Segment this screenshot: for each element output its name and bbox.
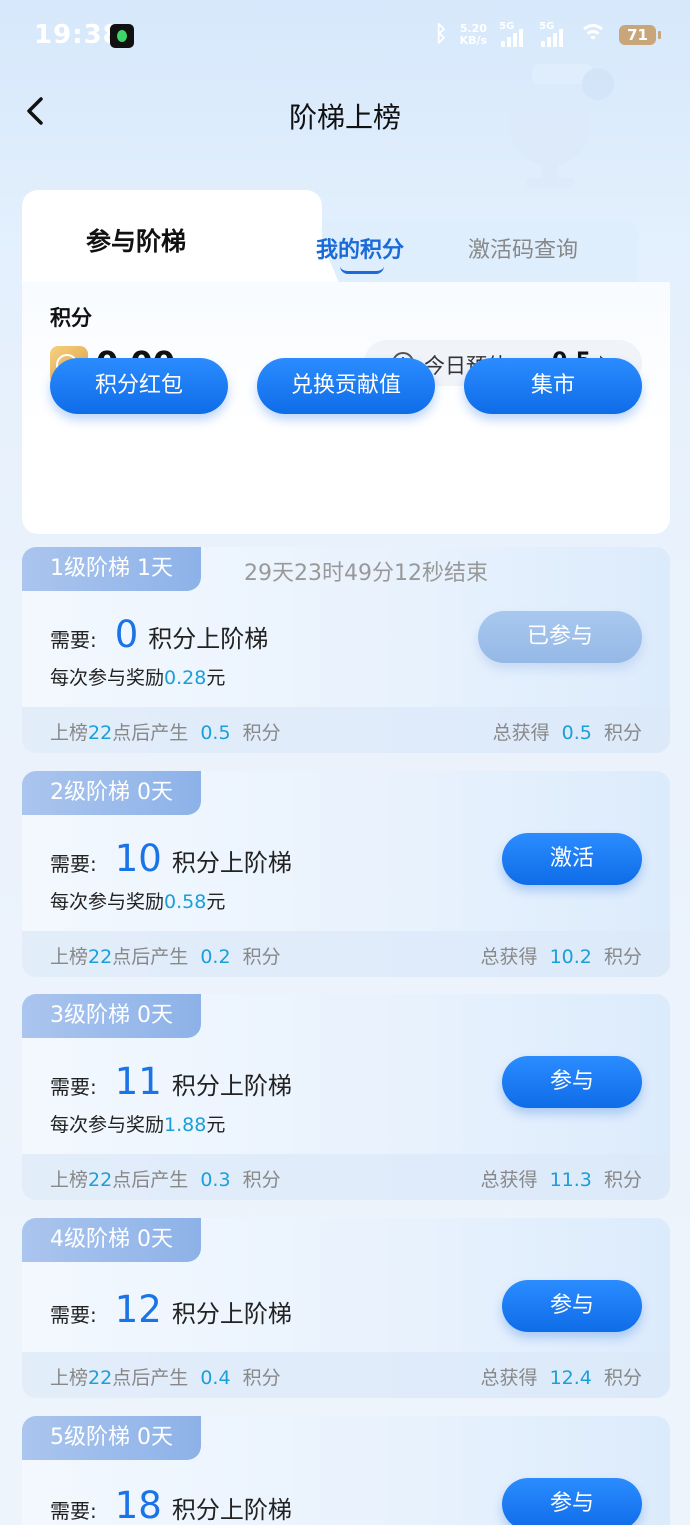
- produce-info: 上榜22点后产生 0.3 积分: [50, 1169, 281, 1191]
- requirement-row: 需要: 12 积分上阶梯: [50, 1288, 292, 1331]
- card-footer: 上榜22点后产生 0.3 积分 总获得 11.3 积分: [22, 1154, 670, 1200]
- need-suffix: 积分上阶梯: [171, 1072, 292, 1100]
- reward-row: 每次参与奖励1.88元: [50, 1114, 226, 1136]
- reward-row: 每次参与奖励0.28元: [50, 663, 225, 690]
- signal-label: 5G: [539, 20, 555, 32]
- total-info: 总获得 11.3 积分: [480, 1169, 642, 1191]
- market-button[interactable]: 集市: [464, 358, 642, 414]
- need-value: 11: [114, 1060, 162, 1103]
- requirement-row: 需要: 18 积分上阶梯: [50, 1484, 292, 1525]
- points-label: 积分: [50, 306, 92, 330]
- card-footer: 上榜22点后产生 0.5 积分 总获得 0.5 积分: [22, 707, 670, 753]
- countdown: 29天23时49分12秒结束: [244, 561, 488, 586]
- need-suffix: 积分上阶梯: [171, 849, 292, 877]
- ladder-card-1: 1级阶梯 1天 29天23时49分12秒结束 需要: 0 积分上阶梯 每次参与奖…: [22, 547, 670, 753]
- produce-info: 上榜22点后产生 0.5 积分: [50, 722, 281, 744]
- tab-join-ladder[interactable]: 参与阶梯: [86, 222, 186, 258]
- ladder-tag: 2级阶梯 0天: [22, 771, 201, 815]
- tab-bar: 参与阶梯 我的积分 激活码查询: [22, 190, 670, 290]
- ladder-card-5: 5级阶梯 0天 需要: 18 积分上阶梯 参与: [22, 1416, 670, 1525]
- need-suffix: 积分上阶梯: [171, 1300, 292, 1328]
- reward-value: 0.28: [164, 667, 207, 689]
- produce-info: 上榜22点后产生 0.2 积分: [50, 946, 281, 968]
- requirement-row: 需要: 11 积分上阶梯: [50, 1060, 292, 1103]
- total-info: 总获得 10.2 积分: [480, 946, 642, 968]
- need-suffix: 积分上阶梯: [148, 625, 269, 653]
- card-footer: 上榜22点后产生 0.4 积分 总获得 12.4 积分: [22, 1352, 670, 1398]
- joined-button[interactable]: 已参与: [478, 611, 642, 663]
- card-footer: 上榜22点后产生 0.2 积分 总获得 10.2 积分: [22, 931, 670, 977]
- need-value: 10: [114, 837, 162, 880]
- join-button[interactable]: 参与: [502, 1478, 642, 1525]
- need-label: 需要:: [50, 1499, 97, 1523]
- need-value: 12: [114, 1288, 162, 1331]
- tab-indicator: [340, 266, 384, 274]
- reward-row: 每次参与奖励0.58元: [50, 891, 226, 913]
- produce-info: 上榜22点后产生 0.4 积分: [50, 1367, 281, 1389]
- ladder-card-3: 3级阶梯 0天 需要: 11 积分上阶梯 每次参与奖励1.88元 参与 上榜22…: [22, 994, 670, 1200]
- need-label: 需要:: [50, 1075, 97, 1099]
- points-redpacket-button[interactable]: 积分红包: [50, 358, 228, 414]
- tab-my-points[interactable]: 我的积分: [316, 232, 404, 264]
- exchange-contribution-button[interactable]: 兑换贡献值: [257, 358, 435, 414]
- tab-activation-code[interactable]: 激活码查询: [468, 232, 578, 264]
- bluetooth-icon: ᛒ: [434, 22, 448, 47]
- ladder-tag: 4级阶梯 0天: [22, 1218, 201, 1262]
- score-panel: 参与阶梯 我的积分 激活码查询 积分 0.00 今日预估 0.5 › 积分红包 …: [22, 190, 670, 534]
- join-button[interactable]: 参与: [502, 1280, 642, 1332]
- need-value: 18: [114, 1484, 162, 1525]
- requirement-row: 需要: 10 积分上阶梯: [50, 837, 292, 880]
- app-notification-icon: [110, 24, 134, 48]
- ladder-card-2: 2级阶梯 0天 需要: 10 积分上阶梯 每次参与奖励0.58元 激活 上榜22…: [22, 771, 670, 977]
- need-label: 需要:: [50, 852, 97, 876]
- reward-prefix: 每次参与奖励: [50, 667, 165, 689]
- need-suffix: 积分上阶梯: [171, 1496, 292, 1524]
- activate-button[interactable]: 激活: [502, 833, 642, 885]
- page-title: 阶梯上榜: [288, 101, 401, 134]
- reward-unit: 元: [206, 667, 226, 689]
- need-value: 0: [114, 613, 139, 656]
- total-info: 总获得 0.5 积分: [492, 722, 642, 744]
- total-info: 总获得 12.4 积分: [480, 1367, 642, 1389]
- signal-label: 5G: [499, 20, 515, 32]
- requirement-row: 需要: 0 积分上阶梯: [50, 613, 268, 656]
- ladder-tag: 1级阶梯 1天: [22, 547, 201, 591]
- need-label: 需要:: [50, 628, 97, 652]
- network-speed-value: 5.20: [459, 21, 487, 35]
- ladder-tag: 5级阶梯 0天: [22, 1416, 201, 1460]
- need-label: 需要:: [50, 1303, 97, 1327]
- status-time: 19:38: [34, 20, 122, 50]
- ladder-card-4: 4级阶梯 0天 需要: 12 积分上阶梯 参与 上榜22点后产生 0.4 积分 …: [22, 1218, 670, 1398]
- ladder-tag: 3级阶梯 0天: [22, 994, 201, 1038]
- join-button[interactable]: 参与: [502, 1056, 642, 1108]
